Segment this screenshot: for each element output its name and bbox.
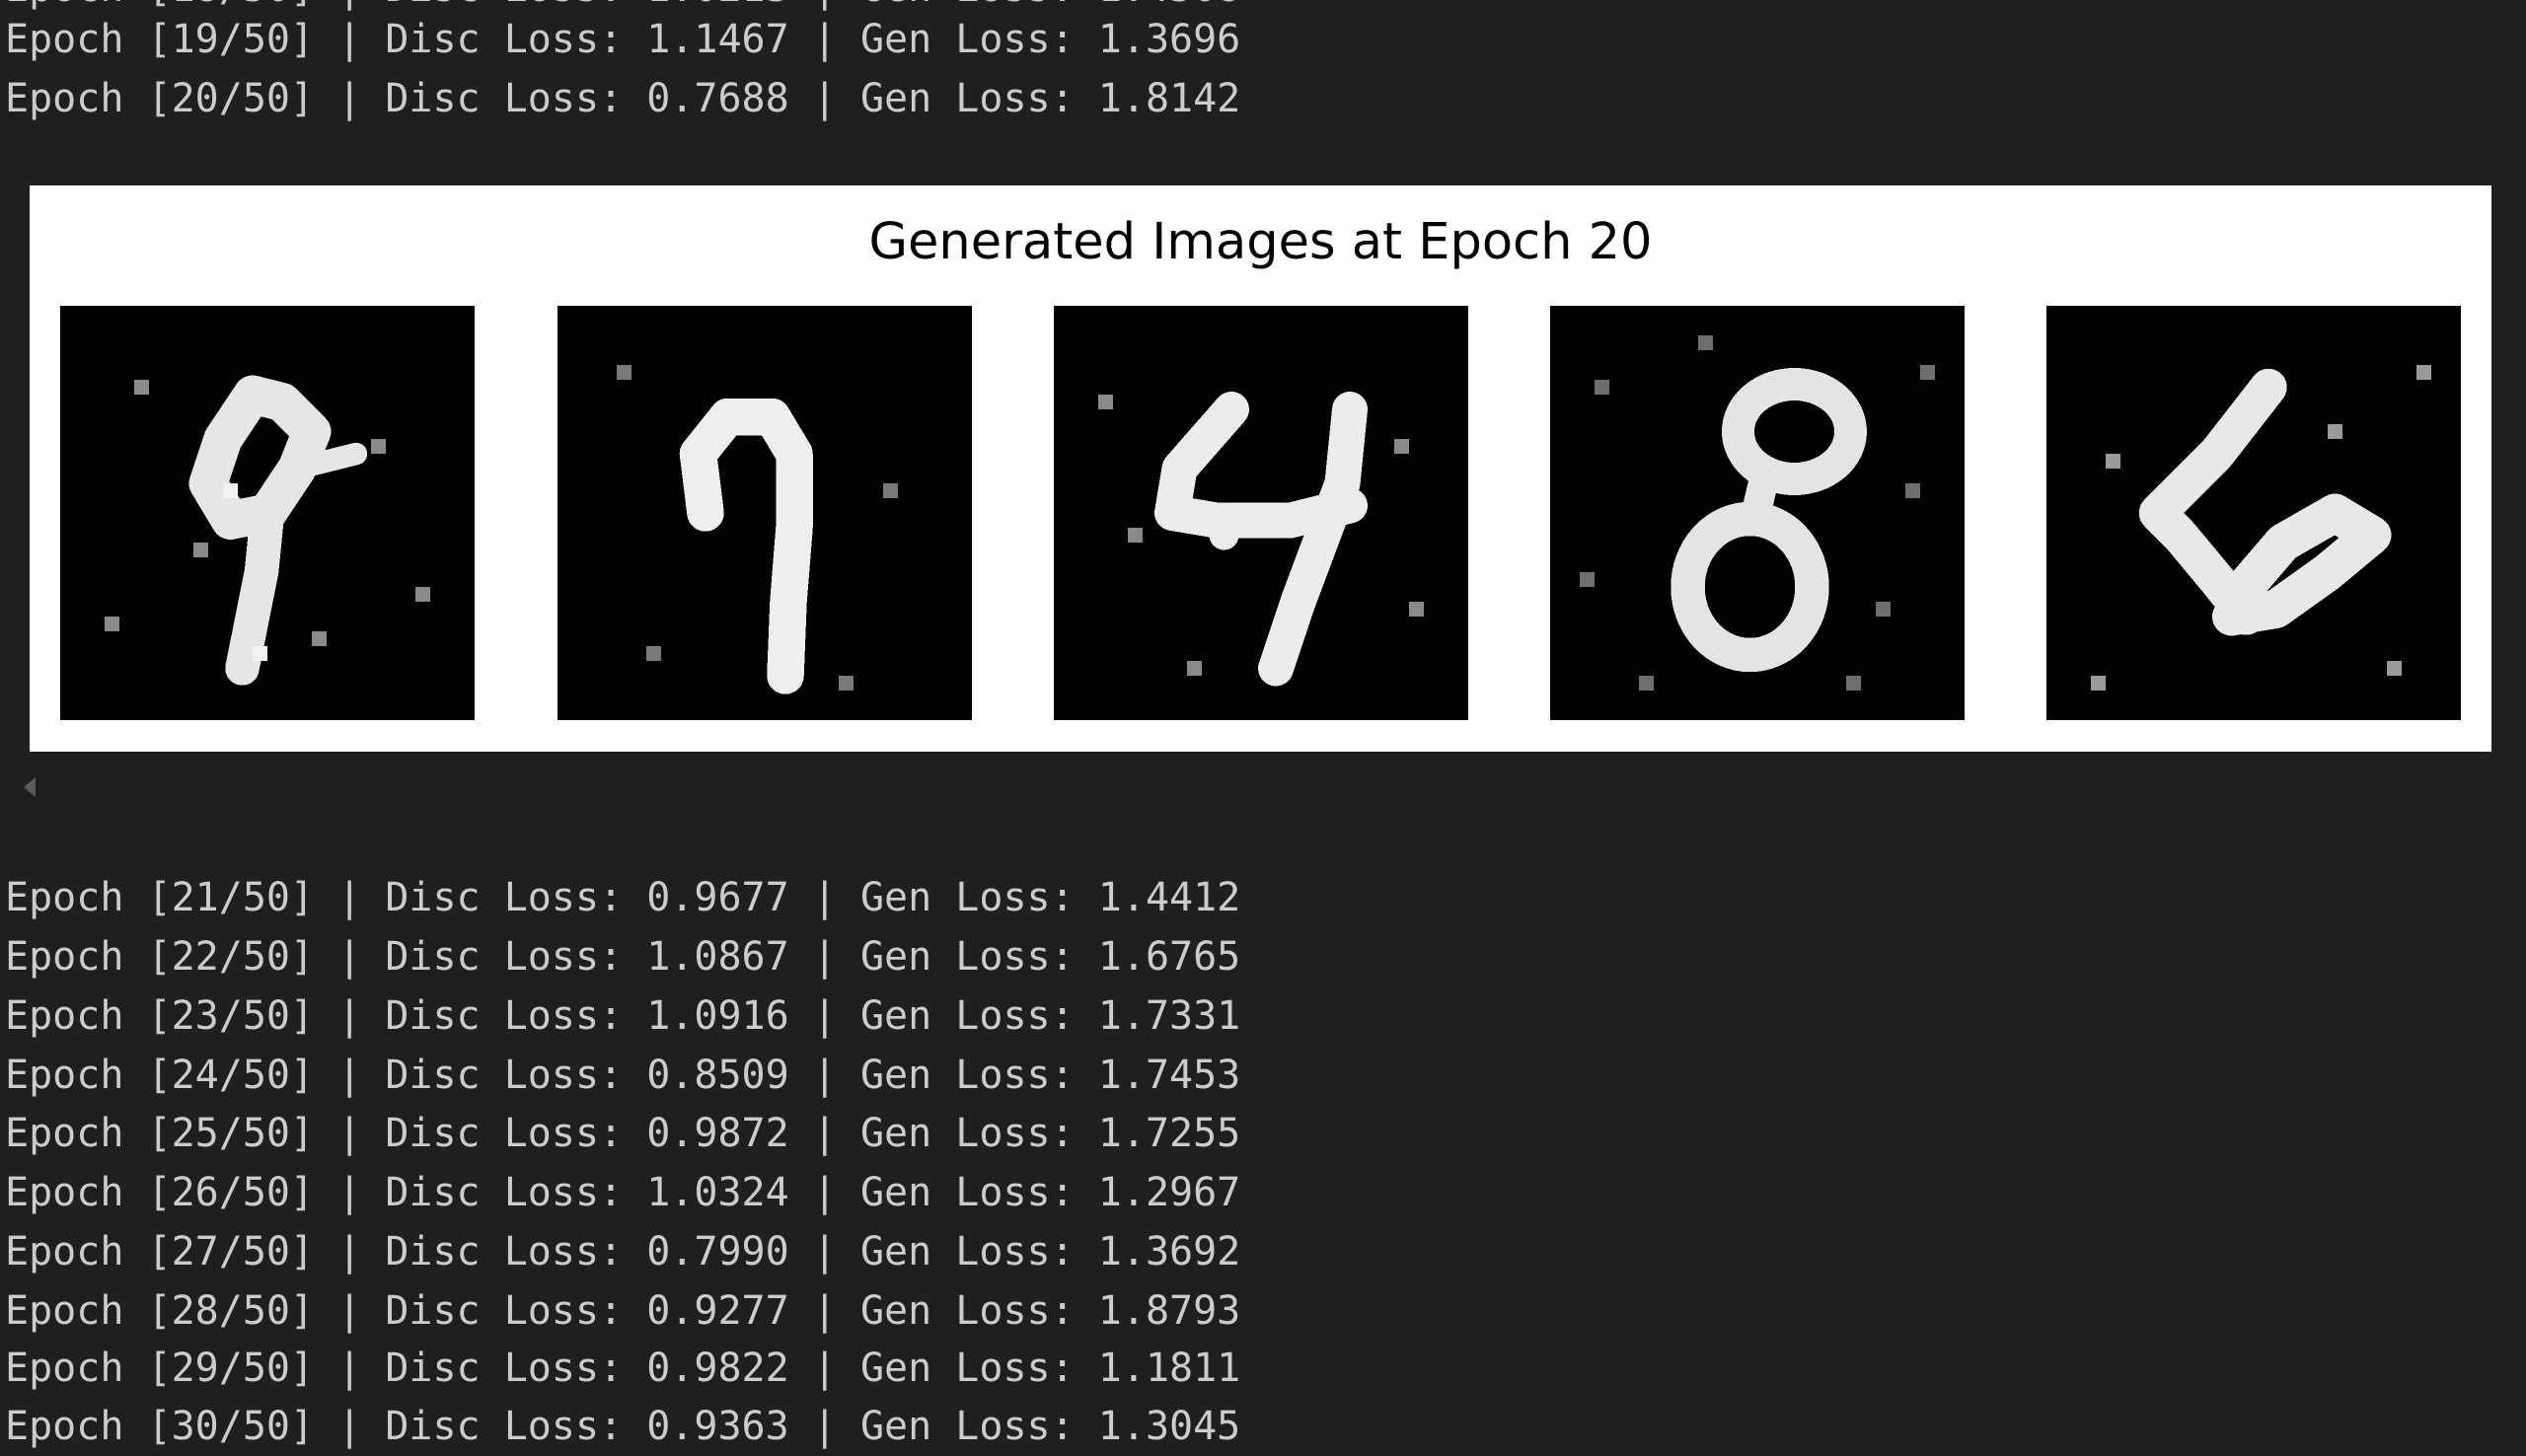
generated-sample-4 <box>1550 306 1965 720</box>
log-line: Epoch [23/50] | Disc Loss: 1.0916 | Gen … <box>5 993 1241 1039</box>
log-line: Epoch [27/50] | Disc Loss: 0.7990 | Gen … <box>5 1229 1241 1274</box>
log-line: Epoch [29/50] | Disc Loss: 0.9822 | Gen … <box>5 1346 1241 1391</box>
log-line: Epoch [22/50] | Disc Loss: 1.0867 | Gen … <box>5 934 1241 980</box>
log-line: Epoch [20/50] | Disc Loss: 0.7688 | Gen … <box>5 76 1241 121</box>
log-line: Epoch [24/50] | Disc Loss: 0.8509 | Gen … <box>5 1053 1241 1098</box>
generated-sample-2 <box>557 306 972 720</box>
log-line: Epoch [28/50] | Disc Loss: 0.9277 | Gen … <box>5 1288 1241 1334</box>
figure-title: Generated Images at Epoch 20 <box>868 213 1653 271</box>
log-line: Epoch [19/50] | Disc Loss: 1.1467 | Gen … <box>5 17 1241 62</box>
generated-sample-3 <box>1054 306 1468 720</box>
log-line: Epoch [25/50] | Disc Loss: 0.9872 | Gen … <box>5 1111 1241 1156</box>
log-line: Epoch [21/50] | Disc Loss: 0.9677 | Gen … <box>5 875 1241 920</box>
log-line: Epoch [26/50] | Disc Loss: 1.0324 | Gen … <box>5 1170 1241 1215</box>
scroll-left-icon[interactable] <box>24 777 36 797</box>
generated-images-figure: Generated Images at Epoch 20 <box>30 185 2491 752</box>
generated-sample-5 <box>2046 306 2461 720</box>
log-line: Epoch [30/50] | Disc Loss: 0.9363 | Gen … <box>5 1404 1241 1449</box>
generated-sample-1 <box>60 306 475 720</box>
